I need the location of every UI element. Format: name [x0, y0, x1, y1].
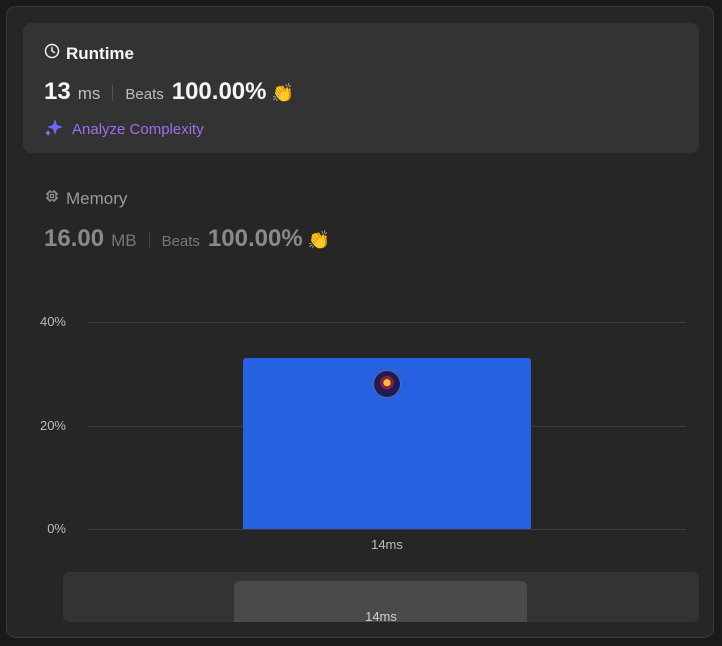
runtime-value: 13 — [44, 78, 71, 105]
chip-icon — [44, 188, 60, 209]
memory-value: 16.00 — [44, 225, 105, 252]
runtime-stats: 13 ms Beats 100.00% 👏 — [44, 78, 294, 106]
chart-range-navigator[interactable]: 14ms — [63, 572, 699, 622]
range-selector-label: 14ms — [365, 609, 397, 622]
y-tick-label: 20% — [39, 417, 66, 433]
gridline — [88, 322, 686, 323]
memory-title-label: Memory — [66, 188, 128, 208]
analyze-complexity-label: Analyze Complexity — [72, 120, 204, 138]
memory-beats-percent: 100.00% — [207, 225, 303, 252]
sparkle-icon — [44, 117, 64, 141]
runtime-beats-percent: 100.00% — [171, 78, 267, 105]
runtime-unit: ms — [77, 84, 101, 103]
runtime-beats-label: Beats — [125, 86, 164, 103]
clapping-hands-icon: 👏 — [271, 83, 294, 103]
runtime-card[interactable]: Runtime 13 ms Beats 100.00% 👏 Analyze Co… — [23, 23, 699, 153]
memory-unit: MB — [111, 231, 137, 250]
memory-tab[interactable]: Memory 16.00 MB Beats 100.00% 👏 — [44, 188, 330, 253]
clapping-hands-icon: 👏 — [307, 230, 331, 250]
memory-title: Memory — [44, 188, 330, 209]
memory-beats-label: Beats — [161, 233, 200, 250]
runtime-title-label: Runtime — [66, 43, 134, 63]
y-tick-label: 0% — [47, 521, 66, 536]
analyze-complexity-button[interactable]: Analyze Complexity — [44, 117, 204, 141]
x-tick-label: 14ms — [371, 537, 403, 552]
runtime-title: Runtime — [44, 43, 134, 64]
gridline — [88, 529, 686, 530]
clock-icon — [44, 43, 60, 64]
y-tick-label: 40% — [39, 314, 66, 329]
memory-stats: 16.00 MB Beats 100.00% 👏 — [44, 225, 330, 253]
distribution-chart: 0% 20% 40% 14ms — [0, 300, 722, 560]
divider — [148, 232, 150, 248]
divider — [112, 85, 114, 101]
